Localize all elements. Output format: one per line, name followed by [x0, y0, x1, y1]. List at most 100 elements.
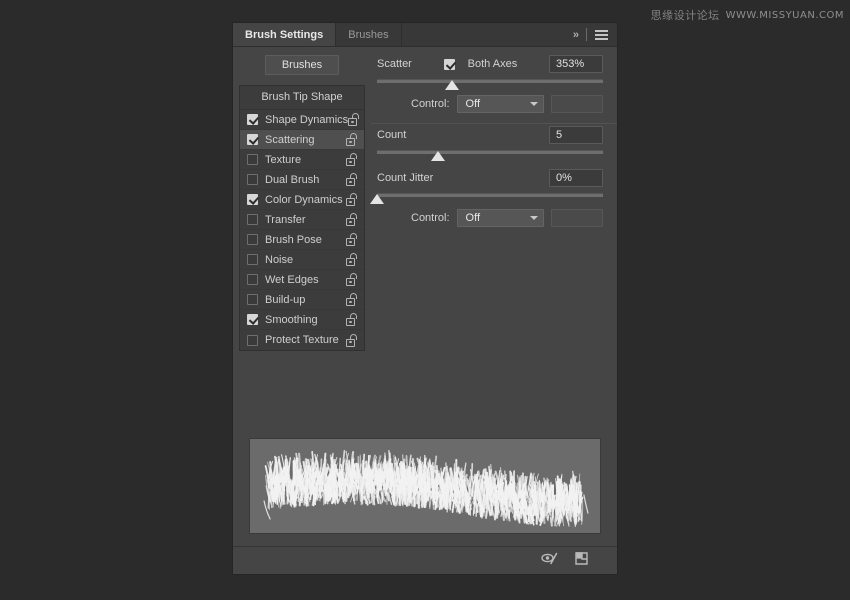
count-slider[interactable] [377, 147, 603, 163]
tab-brushes-label: Brushes [348, 29, 388, 41]
count-jitter-control-row: Control: Off [377, 206, 603, 230]
checkbox-texture[interactable] [247, 154, 258, 165]
scatter-control-dropdown[interactable]: Off [457, 95, 545, 113]
brush-option-label: Shape Dynamics [265, 114, 348, 126]
count-slider-thumb[interactable] [431, 151, 445, 161]
panel-top-region: Brushes Brush Tip Shape Shape Dynamics Sc… [233, 47, 617, 351]
panel-footer [233, 546, 617, 574]
watermark: 思缘设计论坛 WWW.MISSYUAN.COM [651, 7, 844, 23]
lock-open-icon[interactable] [346, 293, 358, 306]
count-value-field[interactable]: 5 [549, 126, 603, 144]
chevron-down-icon [530, 102, 538, 106]
brush-option-label: Transfer [265, 214, 346, 226]
checkbox-transfer[interactable] [247, 214, 258, 225]
checkbox-wet-edges[interactable] [247, 274, 258, 285]
brush-option-label: Protect Texture [265, 334, 346, 346]
brush-option-row-color-dynamics[interactable]: Color Dynamics [240, 190, 364, 210]
count-jitter-control-label: Control: [411, 212, 450, 224]
both-axes-checkbox[interactable] [444, 59, 455, 70]
lock-open-icon[interactable] [346, 313, 358, 326]
brush-option-label: Smoothing [265, 314, 346, 326]
tab-brush-settings-label: Brush Settings [245, 29, 323, 41]
checkbox-scattering[interactable] [247, 134, 258, 145]
preview-spacer [233, 351, 617, 438]
brush-option-row-protect-texture[interactable]: Protect Texture [240, 330, 364, 350]
count-row: Count 5 [377, 124, 603, 146]
checkbox-shape-dynamics[interactable] [247, 114, 258, 125]
brush-option-row-wet-edges[interactable]: Wet Edges [240, 270, 364, 290]
both-axes-checkbox-group[interactable]: Both Axes [444, 58, 518, 70]
brush-option-label: Texture [265, 154, 346, 166]
scatter-control-value: Off [466, 98, 480, 110]
brush-option-label: Build-up [265, 294, 346, 306]
scatter-value-field[interactable]: 353% [549, 55, 603, 73]
brushes-button-wrap: Brushes [239, 55, 365, 85]
count-jitter-value-field[interactable]: 0% [549, 169, 603, 187]
watermark-url-text: WWW.MISSYUAN.COM [726, 10, 844, 21]
lock-open-icon[interactable] [346, 153, 358, 166]
lock-open-icon[interactable] [346, 233, 358, 246]
count-jitter-label: Count Jitter [377, 172, 433, 184]
count-section: Count 5 [371, 124, 617, 163]
scatter-section: Scatter Both Axes 353% Co [371, 53, 617, 116]
brush-option-row-build-up[interactable]: Build-up [240, 290, 364, 310]
lock-open-icon[interactable] [346, 193, 358, 206]
lock-open-icon[interactable] [346, 213, 358, 226]
lock-open-icon[interactable] [346, 173, 358, 186]
brush-preview-toggle-icon[interactable] [541, 551, 558, 570]
brush-settings-panel: Brush Settings Brushes » Brushes Brush T… [232, 22, 618, 575]
brushes-button[interactable]: Brushes [265, 55, 339, 75]
checkbox-protect-texture[interactable] [247, 335, 258, 346]
tab-bar-spacer [402, 23, 569, 46]
scatter-slider-track[interactable] [377, 79, 603, 83]
brush-option-row-noise[interactable]: Noise [240, 250, 364, 270]
panel-tab-tools: » [569, 23, 617, 46]
new-brush-icon[interactable] [574, 551, 589, 571]
brush-option-label: Wet Edges [265, 274, 346, 286]
lock-open-icon[interactable] [346, 334, 358, 347]
both-axes-label: Both Axes [468, 58, 518, 70]
lock-open-icon[interactable] [346, 273, 358, 286]
scatter-slider-thumb[interactable] [445, 80, 459, 90]
count-label: Count [377, 129, 406, 141]
checkbox-noise[interactable] [247, 254, 258, 265]
tab-brush-settings[interactable]: Brush Settings [233, 23, 336, 46]
brush-option-row-brush-pose[interactable]: Brush Pose [240, 230, 364, 250]
count-jitter-slider-thumb[interactable] [370, 194, 384, 204]
panel-menu-icon[interactable] [595, 30, 608, 40]
brush-stroke-svg [250, 439, 600, 533]
brush-option-row-smoothing[interactable]: Smoothing [240, 310, 364, 330]
panel-sidebar: Brushes Brush Tip Shape Shape Dynamics Sc… [233, 47, 371, 351]
count-jitter-control-value: Off [466, 212, 480, 224]
brush-option-row-shape-dynamics[interactable]: Shape Dynamics [240, 110, 364, 130]
tool-divider [586, 28, 587, 41]
brush-option-row-transfer[interactable]: Transfer [240, 210, 364, 230]
count-jitter-control-extra-field[interactable] [551, 209, 603, 227]
count-jitter-control-dropdown[interactable]: Off [457, 209, 545, 227]
count-slider-track[interactable] [377, 150, 603, 154]
checkbox-brush-pose[interactable] [247, 234, 258, 245]
lock-open-icon[interactable] [346, 133, 358, 146]
brush-tip-shape-header[interactable]: Brush Tip Shape [240, 86, 364, 110]
tab-brushes[interactable]: Brushes [336, 23, 401, 46]
checkbox-smoothing[interactable] [247, 314, 258, 325]
chevron-down-icon-2 [530, 216, 538, 220]
brush-option-label: Dual Brush [265, 174, 346, 186]
collapse-chevrons-icon[interactable]: » [573, 29, 578, 41]
checkbox-dual-brush[interactable] [247, 174, 258, 185]
checkbox-color-dynamics[interactable] [247, 194, 258, 205]
brush-preview-wrap [233, 438, 617, 546]
scatter-control-extra-field[interactable] [551, 95, 603, 113]
checkbox-build-up[interactable] [247, 294, 258, 305]
lock-open-icon[interactable] [348, 113, 360, 126]
count-jitter-slider-track[interactable] [377, 193, 603, 197]
brush-option-row-dual-brush[interactable]: Dual Brush [240, 170, 364, 190]
count-jitter-slider[interactable] [377, 190, 603, 206]
brush-options-rows: Shape Dynamics Scattering Texture Dual Brus… [240, 110, 364, 350]
brush-option-row-scattering[interactable]: Scattering [240, 130, 364, 150]
lock-open-icon[interactable] [346, 253, 358, 266]
brush-option-label: Scattering [265, 134, 346, 146]
panel-controls: Scatter Both Axes 353% Co [371, 47, 617, 230]
brush-option-row-texture[interactable]: Texture [240, 150, 364, 170]
scatter-slider[interactable] [377, 76, 603, 92]
